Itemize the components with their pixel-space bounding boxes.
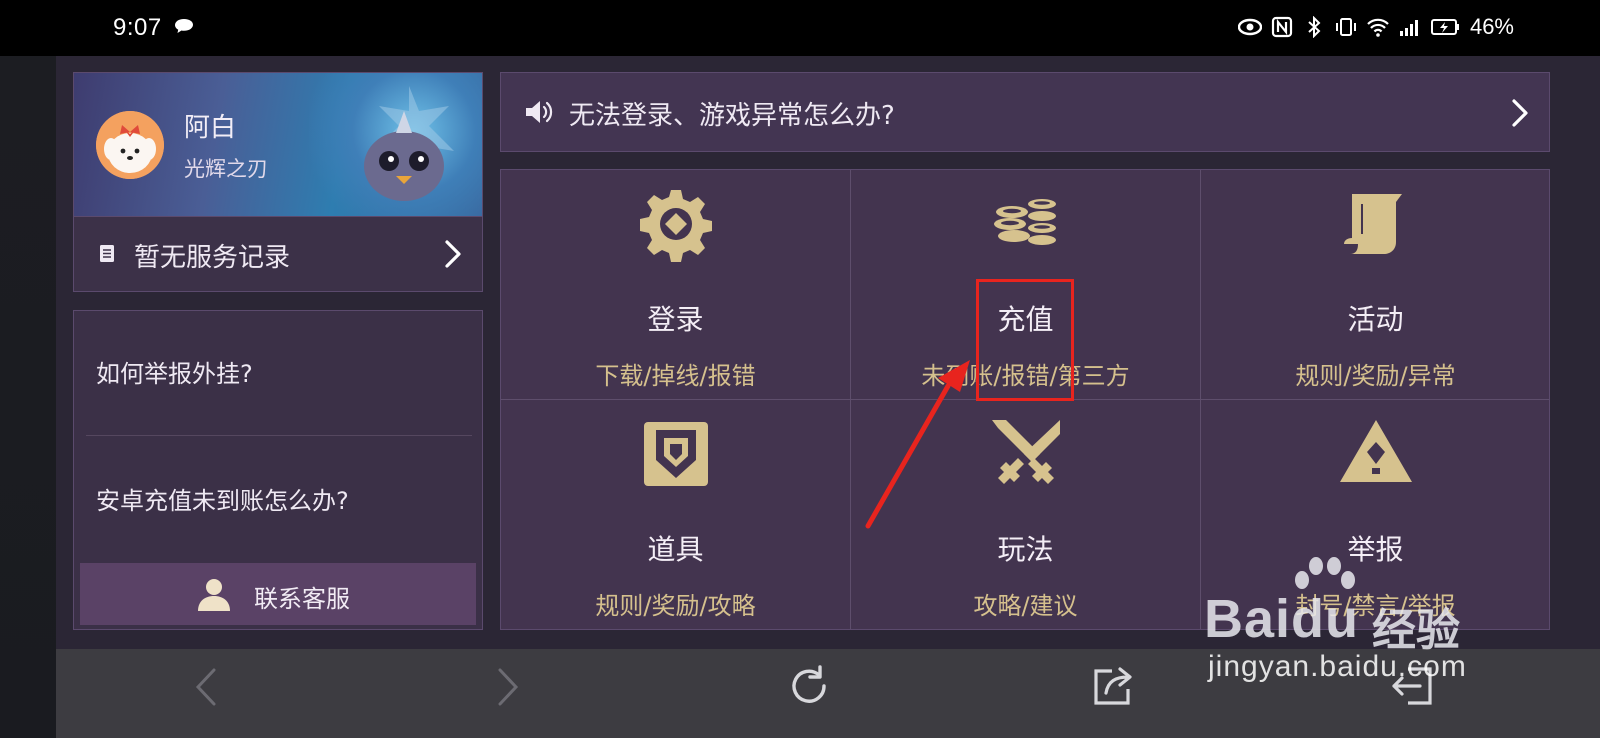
faq-item[interactable]: 如何举报外挂? bbox=[96, 354, 253, 389]
category-subtitle: 下载/掉线/报错 bbox=[595, 362, 756, 390]
left-column: 阿白 光辉之刃 暂无服务记录 如何举报外挂? 安卓充值未到账怎么办? 联系客服 bbox=[73, 72, 483, 630]
category-activity[interactable]: 活动 规则/奖励/异常 bbox=[1201, 170, 1550, 399]
screen: 9:07 46% 阿白 光辉之刃 暂无服务记录 如何举报外挂? 安卓充值未到账怎… bbox=[0, 0, 1600, 738]
faq-item[interactable]: 安卓充值未到账怎么办? bbox=[96, 481, 349, 516]
baidu-watermark: Baidu 经验 jingyan.baidu.com bbox=[1196, 548, 1496, 698]
notice-text: 无法登录、游戏异常怎么办? bbox=[569, 101, 895, 131]
category-title: 玩法 bbox=[997, 533, 1054, 566]
status-icons: 46% bbox=[1237, 14, 1514, 40]
divider bbox=[86, 435, 472, 436]
hero-illustration bbox=[364, 86, 454, 201]
forward-icon[interactable] bbox=[496, 667, 520, 707]
profile-card[interactable]: 阿白 光辉之刃 bbox=[73, 72, 483, 217]
contact-service-button[interactable]: 联系客服 bbox=[80, 563, 476, 625]
battery-percent: 46% bbox=[1469, 14, 1514, 39]
speaker-icon bbox=[526, 101, 553, 123]
nfc-icon bbox=[1271, 16, 1293, 38]
watermark-brand: Baidu bbox=[1204, 589, 1360, 649]
coins-icon bbox=[994, 199, 1056, 245]
user-name: 阿白 bbox=[184, 113, 237, 143]
category-title: 登录 bbox=[647, 303, 704, 336]
refresh-icon[interactable] bbox=[786, 663, 832, 709]
category-subtitle: 规则/奖励/攻略 bbox=[595, 592, 756, 620]
watermark-brand-cn: 经验 bbox=[1372, 605, 1460, 656]
item-icon bbox=[644, 422, 708, 486]
category-subtitle: 规则/奖励/异常 bbox=[1295, 362, 1456, 390]
eye-icon bbox=[1237, 18, 1262, 36]
status-time: 9:07 bbox=[113, 14, 162, 41]
annotation-arrow-icon bbox=[865, 360, 970, 529]
service-record-label: 暂无服务记录 bbox=[134, 243, 291, 273]
back-icon[interactable] bbox=[194, 667, 218, 707]
chat-icon bbox=[175, 19, 193, 33]
category-title: 道具 bbox=[647, 533, 704, 566]
person-icon bbox=[198, 579, 230, 611]
status-bar: 9:07 46% bbox=[0, 0, 1600, 56]
faq-panel: 如何举报外挂? 安卓充值未到账怎么办? 联系客服 bbox=[73, 310, 483, 630]
battery-charging-icon bbox=[1430, 19, 1459, 35]
category-login[interactable]: 登录 下载/掉线/报错 bbox=[501, 170, 850, 399]
watermark-url: jingyan.baidu.com bbox=[1208, 650, 1467, 683]
highlight-box bbox=[976, 279, 1074, 401]
user-server: 光辉之刃 bbox=[184, 157, 268, 181]
contact-service-label: 联系客服 bbox=[254, 585, 350, 613]
vibrate-icon bbox=[1335, 18, 1356, 36]
category-title: 活动 bbox=[1347, 303, 1404, 336]
warning-icon bbox=[1340, 420, 1412, 482]
service-record-row[interactable]: 暂无服务记录 bbox=[73, 217, 483, 292]
swords-icon bbox=[992, 420, 1060, 484]
share-icon[interactable] bbox=[1090, 663, 1136, 709]
chevron-right-icon bbox=[445, 240, 461, 268]
bluetooth-icon bbox=[1308, 16, 1321, 38]
gear-icon bbox=[640, 190, 712, 262]
avatar[interactable] bbox=[96, 111, 164, 179]
wifi-icon bbox=[1367, 18, 1389, 37]
notice-bar[interactable]: 无法登录、游戏异常怎么办? bbox=[500, 72, 1550, 152]
4g-signal-icon bbox=[1399, 20, 1418, 36]
category-subtitle: 攻略/建议 bbox=[973, 592, 1078, 620]
scroll-icon bbox=[1344, 194, 1402, 254]
chevron-right-icon bbox=[1512, 99, 1528, 127]
document-icon bbox=[100, 245, 114, 262]
category-items[interactable]: 道具 规则/奖励/攻略 bbox=[501, 400, 850, 629]
